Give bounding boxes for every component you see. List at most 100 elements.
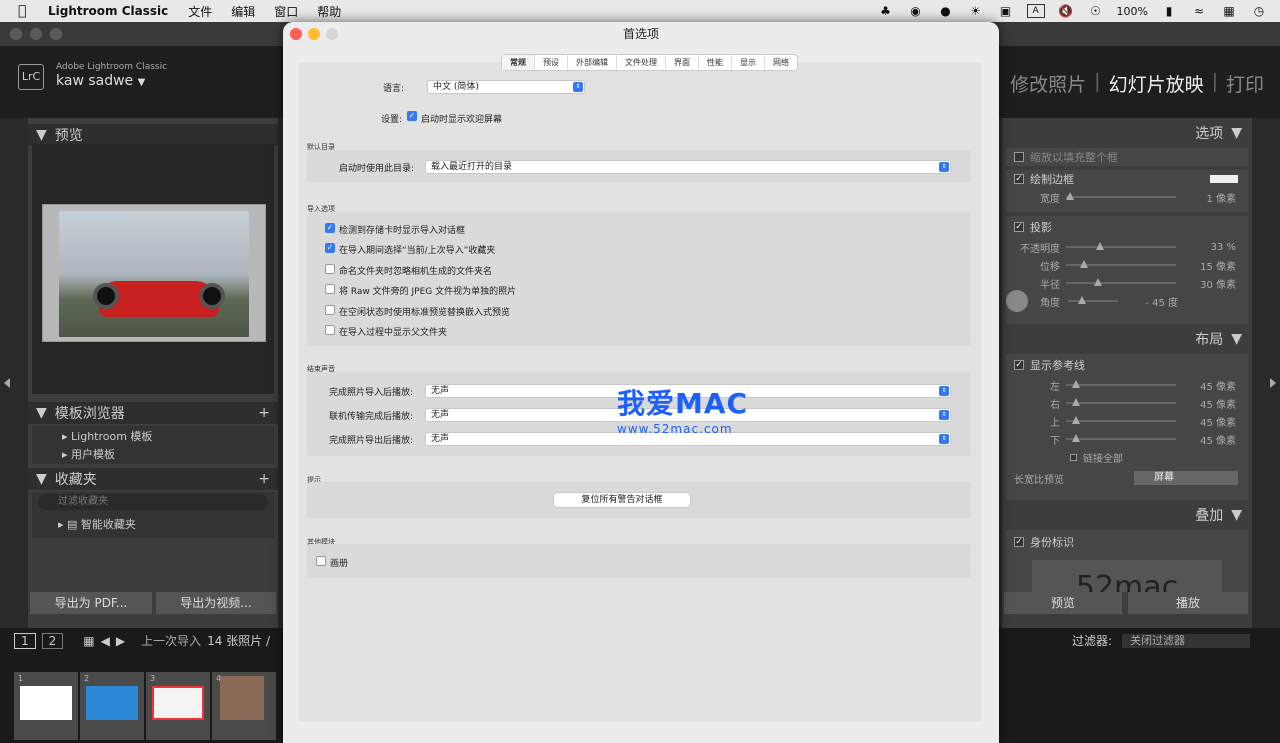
radius-value[interactable]: 30 — [1200, 280, 1213, 291]
minimize-icon[interactable] — [308, 28, 320, 40]
angle-slider-thumb[interactable] — [1078, 296, 1086, 304]
aspect-select[interactable]: 屏幕 — [1134, 471, 1238, 485]
tab-general[interactable]: 常规 — [502, 55, 535, 70]
welcome-checkbox[interactable]: ✓ — [407, 111, 417, 121]
tab-network[interactable]: 网络 — [765, 55, 797, 70]
right-panel-toggle-icon[interactable] — [1270, 378, 1276, 388]
tab-interface[interactable]: 界面 — [666, 55, 699, 70]
input-method-icon[interactable]: A — [1026, 4, 1045, 18]
zoom-icon[interactable] — [50, 28, 62, 40]
offset-slider-thumb[interactable] — [1080, 260, 1088, 268]
options-header[interactable]: 选项 ▼ — [1002, 122, 1252, 144]
user-icon[interactable]: ☉ — [1087, 4, 1105, 18]
menu-file[interactable]: 文件 — [188, 3, 212, 20]
add-icon[interactable]: + — [258, 471, 270, 487]
import-option-checkbox[interactable] — [325, 284, 335, 294]
minimize-icon[interactable] — [30, 28, 42, 40]
opacity-slider[interactable] — [1066, 242, 1176, 250]
grid-icon[interactable]: ▦ — [83, 634, 94, 648]
margin-left-value[interactable]: 45 — [1200, 382, 1213, 393]
app-menu[interactable]: Lightroom Classic — [48, 4, 168, 18]
margin-bottom-slider[interactable] — [1066, 434, 1176, 442]
identity-checkbox[interactable]: ✓ — [1014, 537, 1024, 547]
menu-window[interactable]: 窗口 — [274, 3, 298, 20]
wifi-icon[interactable]: ≈ — [1190, 4, 1208, 18]
creative-cloud-icon[interactable]: ♣ — [877, 4, 895, 18]
filmstrip-thumb[interactable]: 1 — [14, 672, 78, 740]
margin-right-slider[interactable] — [1066, 398, 1176, 406]
filmstrip-thumb[interactable]: 2 — [80, 672, 144, 740]
clock-icon[interactable]: ◷ — [1250, 4, 1268, 18]
slider-thumb[interactable] — [1072, 398, 1080, 406]
preview-header[interactable]: ▼ 预览 — [28, 124, 278, 146]
slider-thumb[interactable] — [1072, 380, 1080, 388]
forward-arrow-icon[interactable]: ▶ — [116, 634, 125, 648]
color-ui-icon[interactable]: ◉ — [907, 4, 925, 18]
filter-select[interactable]: 关闭过滤器 — [1122, 633, 1250, 648]
stroke-checkbox[interactable]: ✓ — [1014, 174, 1024, 184]
source-label[interactable]: 上一次导入 — [141, 632, 201, 649]
language-select[interactable]: 中文 (简体) ⇕ — [427, 80, 585, 94]
angle-dial[interactable] — [1006, 290, 1028, 312]
module-develop[interactable]: 修改照片 — [1010, 70, 1086, 97]
screen-1-button[interactable]: 1 — [14, 632, 36, 649]
tab-display[interactable]: 显示 — [732, 55, 765, 70]
margin-top-slider[interactable] — [1066, 416, 1176, 424]
tab-performance[interactable]: 性能 — [699, 55, 732, 70]
radius-slider[interactable] — [1066, 278, 1176, 286]
import-option-checkbox[interactable]: ✓ — [325, 243, 335, 253]
filmstrip-thumb[interactable]: 3 — [146, 672, 210, 740]
notification-icon[interactable]: ☀ — [967, 4, 985, 18]
slider-thumb[interactable] — [1072, 434, 1080, 442]
zoom-fill-checkbox[interactable] — [1014, 152, 1024, 162]
apple-icon[interactable]:  — [18, 4, 32, 18]
control-center-icon[interactable]: ▦ — [1220, 4, 1238, 18]
module-print[interactable]: 打印 — [1226, 70, 1264, 97]
screen-2-button[interactable]: 2 — [41, 632, 64, 649]
add-icon[interactable]: + — [258, 405, 270, 421]
stroke-color-swatch[interactable] — [1210, 175, 1238, 183]
export-video-button[interactable]: 导出为视频... — [156, 592, 276, 614]
offset-slider[interactable] — [1066, 260, 1176, 268]
tab-presets[interactable]: 预设 — [535, 55, 568, 70]
left-panel-toggle-icon[interactable] — [4, 378, 10, 388]
close-icon[interactable] — [10, 28, 22, 40]
layout-header[interactable]: 布局 ▼ — [1002, 328, 1252, 350]
overlay-header[interactable]: 叠加 ▼ — [1002, 504, 1252, 526]
book-checkbox[interactable] — [316, 556, 326, 566]
margin-top-value[interactable]: 45 — [1200, 418, 1213, 429]
slider-thumb[interactable] — [1072, 416, 1080, 424]
tab-external-editing[interactable]: 外部编辑 — [568, 55, 617, 70]
smart-collection-item[interactable]: ▸ ▤ 智能收藏夹 — [32, 512, 274, 532]
import-option-checkbox[interactable] — [325, 305, 335, 315]
back-arrow-icon[interactable]: ◀ — [101, 634, 110, 648]
reset-warnings-button[interactable]: 复位所有警告对话框 — [553, 492, 691, 508]
offset-value[interactable]: 15 — [1200, 262, 1213, 273]
mute-icon[interactable]: 🔇 — [1057, 4, 1075, 18]
tab-file-handling[interactable]: 文件处理 — [617, 55, 666, 70]
template-item[interactable]: ▸ Lightroom 模板 — [32, 426, 274, 444]
close-icon[interactable] — [290, 28, 302, 40]
battery-icon[interactable]: ▮ — [1160, 4, 1178, 18]
menu-edit[interactable]: 编辑 — [231, 3, 255, 20]
opacity-slider-thumb[interactable] — [1096, 242, 1104, 250]
margin-left-slider[interactable] — [1066, 380, 1176, 388]
guides-checkbox[interactable]: ✓ — [1014, 360, 1024, 370]
collections-header[interactable]: ▼ 收藏夹 + — [28, 468, 278, 490]
play-button[interactable]: 播放 — [1128, 592, 1248, 614]
preview-button[interactable]: 预览 — [1004, 592, 1122, 614]
import-option-checkbox[interactable] — [325, 325, 335, 335]
catalog-select[interactable]: 载入最近打开的目录 ⇕ — [425, 160, 951, 174]
margin-bottom-value[interactable]: 45 — [1200, 436, 1213, 447]
margin-right-value[interactable]: 45 — [1200, 400, 1213, 411]
radius-slider-thumb[interactable] — [1094, 278, 1102, 286]
menu-help[interactable]: 帮助 — [317, 3, 341, 20]
width-slider-thumb[interactable] — [1066, 192, 1074, 200]
filmstrip-thumb[interactable]: 4 — [212, 672, 276, 740]
qq-icon[interactable]: ● — [937, 4, 955, 18]
import-option-checkbox[interactable] — [325, 264, 335, 274]
width-slider[interactable] — [1066, 192, 1176, 200]
shadow-checkbox[interactable]: ✓ — [1014, 222, 1024, 232]
import-option-checkbox[interactable]: ✓ — [325, 223, 335, 233]
link-all-checkbox[interactable] — [1070, 453, 1077, 461]
